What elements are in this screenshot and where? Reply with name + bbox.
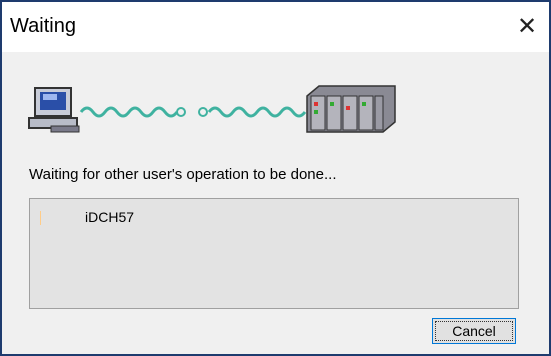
status-message: Waiting for other user's operation to be… — [29, 166, 337, 183]
list-caret — [40, 211, 41, 225]
computer-icon — [28, 87, 80, 133]
waiting-dialog: Waiting ✕ Waiting for other user's opera… — [0, 0, 551, 356]
close-icon[interactable]: ✕ — [513, 13, 541, 41]
cancel-button[interactable]: Cancel — [432, 318, 516, 344]
window-title: Waiting — [10, 15, 76, 37]
title-bar: Waiting ✕ — [2, 2, 549, 52]
plc-rack-icon — [306, 85, 396, 133]
user-list[interactable]: iDCH57 — [29, 198, 519, 309]
wave-arrow-right-icon — [79, 106, 179, 118]
connection-animation — [28, 85, 396, 133]
wave-arrow-left-icon — [207, 106, 307, 118]
list-item[interactable]: iDCH57 — [85, 209, 134, 225]
